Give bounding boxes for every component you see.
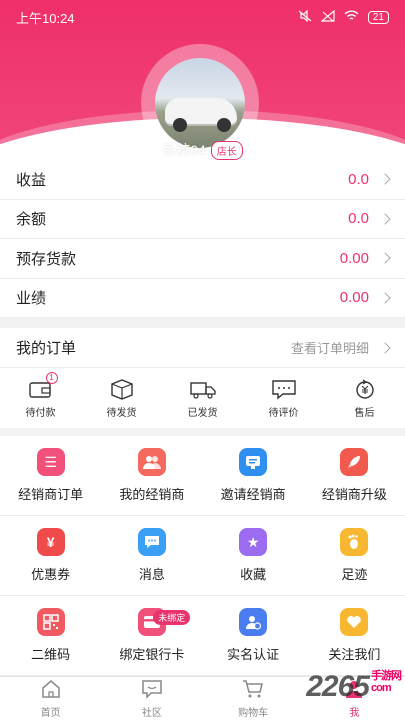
grid-item-my-dealers[interactable]: 我的经销商 xyxy=(101,436,202,515)
tab-label: 首页 xyxy=(40,707,61,719)
qrcode-icon xyxy=(36,608,65,636)
grid-label: 邀请经销商 xyxy=(220,487,286,502)
grid-label: 经销商升级 xyxy=(321,487,387,502)
grid-label: 绑定银行卡 xyxy=(119,647,185,662)
grid-label: 经销商订单 xyxy=(18,487,84,502)
stat-label: 预存货款 xyxy=(16,250,77,268)
order-pending-review[interactable]: 待评价 xyxy=(243,368,324,428)
watermark-logo: 2265 手游网 com xyxy=(306,670,402,703)
chevron-right-icon xyxy=(379,213,391,225)
username-row: 系统04 店长 xyxy=(0,140,405,160)
username: 系统04 xyxy=(162,142,206,158)
grid-label: 实名认证 xyxy=(227,647,280,662)
grid-item-qrcode[interactable]: 二维码 xyxy=(0,596,101,675)
stat-label: 业绩 xyxy=(16,290,47,308)
order-label: 待评价 xyxy=(268,407,299,419)
car-wheel xyxy=(217,118,231,132)
cart-icon xyxy=(242,679,264,702)
grid-label: 我的经销商 xyxy=(119,487,185,502)
orders-detail-link[interactable]: 查看订单明细 xyxy=(291,338,369,357)
orders-header[interactable]: 我的订单 查看订单明细 xyxy=(0,328,405,368)
order-label: 售后 xyxy=(354,407,375,419)
community-icon xyxy=(141,679,163,702)
order-pending-payment[interactable]: 1 待付款 xyxy=(0,368,81,428)
order-label: 已发货 xyxy=(187,407,218,419)
id-verify-icon xyxy=(239,608,268,636)
tab-home[interactable]: 首页 xyxy=(0,677,101,720)
function-grid: ☰ 经销商订单 我的经销商 邀请经销商 经销商升级 ¥ 优惠券 消息 ★ 收藏 … xyxy=(0,436,405,676)
coupon-icon: ¥ xyxy=(36,528,65,556)
home-icon xyxy=(40,679,62,702)
comment-icon xyxy=(270,378,298,400)
grid-label: 二维码 xyxy=(31,647,71,662)
battery-icon: 21 xyxy=(367,10,389,24)
wifi-icon xyxy=(344,10,359,25)
truck-icon xyxy=(189,378,217,400)
grid-label: 消息 xyxy=(138,567,165,582)
grid-item-follow-us[interactable]: 关注我们 xyxy=(304,596,405,675)
status-time: 上午10:24 xyxy=(16,10,75,26)
grid-label: 收藏 xyxy=(240,567,267,582)
stat-row-income[interactable]: 收益 0.0 xyxy=(0,160,405,200)
grid-label: 足迹 xyxy=(341,567,368,582)
box-icon xyxy=(108,378,136,400)
role-badge: 店长 xyxy=(210,140,243,160)
order-pending-shipment[interactable]: 待发货 xyxy=(81,368,162,428)
stat-row-balance[interactable]: 余额 0.0 xyxy=(0,200,405,239)
people-icon xyxy=(137,448,166,476)
order-after-sales[interactable]: 售后 xyxy=(324,368,405,428)
rocket-icon xyxy=(340,448,369,476)
grid-item-real-name-verification[interactable]: 实名认证 xyxy=(203,596,304,675)
chevron-right-icon xyxy=(379,252,391,264)
stat-value: 0.0 xyxy=(348,170,369,188)
stat-label: 收益 xyxy=(16,171,47,189)
tab-cart[interactable]: 购物车 xyxy=(203,677,304,720)
grid-item-favorites[interactable]: ★ 收藏 xyxy=(203,516,304,595)
stat-label: 余额 xyxy=(16,211,47,229)
refund-icon xyxy=(351,378,379,400)
chevron-right-icon xyxy=(379,341,391,354)
grid-item-messages[interactable]: 消息 xyxy=(101,516,202,595)
star-icon: ★ xyxy=(239,528,268,556)
chevron-right-icon xyxy=(379,292,391,304)
car-wheel xyxy=(173,118,187,132)
signal-icon xyxy=(320,9,335,25)
grid-item-invite-dealer[interactable]: 邀请经销商 xyxy=(203,436,304,515)
grid-label: 关注我们 xyxy=(328,647,381,662)
invite-icon xyxy=(239,448,268,476)
status-bar: 上午10:24 21 xyxy=(0,0,405,34)
avatar[interactable] xyxy=(155,58,245,148)
order-label: 待付款 xyxy=(25,407,56,419)
wallet-icon: 1 xyxy=(27,371,58,400)
my-orders-section: 我的订单 查看订单明细 1 待付款 待发货 已发货 待评价 售后 xyxy=(0,328,405,428)
account-stats: 收益 0.0 余额 0.0 预存货款 0.00 业绩 0.00 xyxy=(0,160,405,318)
chevron-right-icon xyxy=(379,173,391,185)
unbound-tag: 未绑定 xyxy=(153,610,191,625)
mute-icon xyxy=(298,9,312,25)
grid-item-dealer-upgrade[interactable]: 经销商升级 xyxy=(304,436,405,515)
footprint-icon xyxy=(340,528,369,556)
tab-label: 我 xyxy=(349,707,360,719)
message-icon xyxy=(137,528,166,556)
grid-item-dealer-orders[interactable]: ☰ 经销商订单 xyxy=(0,436,101,515)
stat-value: 0.0 xyxy=(348,210,369,228)
grid-item-footprints[interactable]: 足迹 xyxy=(304,516,405,595)
stat-row-performance[interactable]: 业绩 0.00 xyxy=(0,279,405,318)
grid-item-coupons[interactable]: ¥ 优惠券 xyxy=(0,516,101,595)
order-label: 待发货 xyxy=(106,407,137,419)
order-shipped[interactable]: 已发货 xyxy=(162,368,243,428)
grid-item-bind-bank-card[interactable]: 未绑定 绑定银行卡 xyxy=(101,596,202,675)
tab-community[interactable]: 社区 xyxy=(101,677,202,720)
stat-value: 0.00 xyxy=(339,289,369,307)
order-list-icon: ☰ xyxy=(36,448,65,476)
grid-label: 优惠券 xyxy=(31,567,71,582)
stat-row-prepaid[interactable]: 预存货款 0.00 xyxy=(0,239,405,279)
follow-icon xyxy=(340,608,369,636)
stat-value: 0.00 xyxy=(339,249,369,267)
orders-title: 我的订单 xyxy=(16,340,77,357)
tab-label: 社区 xyxy=(141,707,162,719)
order-badge: 1 xyxy=(45,371,58,384)
tab-label: 购物车 xyxy=(238,707,269,719)
